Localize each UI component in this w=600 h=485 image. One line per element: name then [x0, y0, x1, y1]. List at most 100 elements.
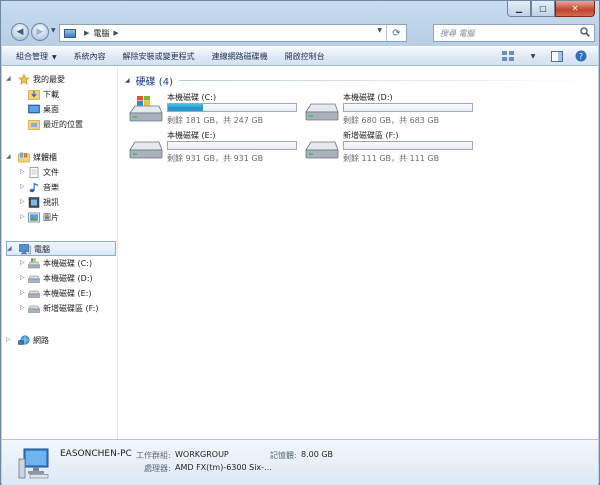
expand-triangle-icon[interactable]: ▷ — [20, 198, 25, 205]
downloads-folder-icon — [28, 90, 40, 100]
libraries-group: ◢ 媒體櫃 ▷ 文件 ▷ 音樂 ▷ 視訊 ▷ 圖片 — [2, 150, 118, 225]
breadcrumb-chevron-icon[interactable]: ▶ — [113, 29, 118, 37]
expand-triangle-icon[interactable]: ▷ — [6, 336, 11, 343]
search-input[interactable]: 搜尋 電腦 — [433, 24, 595, 42]
sidebar-item-computer[interactable]: ◢ 電腦 — [6, 241, 116, 256]
sidebar-item-favorites[interactable]: ◢ 我的最愛 — [2, 72, 118, 87]
sidebar-item-label: 視訊 — [43, 198, 59, 207]
collapse-triangle-icon[interactable]: ◢ — [125, 77, 130, 84]
drive-tile-d[interactable]: 本機磁碟 (D:) 剩餘 680 GB，共 683 GB — [305, 92, 475, 126]
drive-name: 本機磁碟 (C:) — [167, 93, 217, 102]
sidebar-item-label: 本機磁碟 (E:) — [43, 289, 92, 298]
hard-drives-group-header[interactable]: ◢ 硬碟 (4) — [125, 73, 595, 88]
expand-triangle-icon[interactable]: ▷ — [20, 289, 25, 296]
hard-drive-icon — [129, 141, 163, 159]
sidebar-item-recent-places[interactable]: 最近的位置 — [2, 117, 118, 132]
group-title: 硬碟 (4) — [135, 77, 173, 88]
breadcrumb-chevron-icon[interactable]: ▶ — [84, 29, 89, 37]
change-view-icon[interactable] — [502, 50, 516, 62]
collapse-triangle-icon[interactable]: ◢ — [7, 245, 12, 252]
drive-usage-bar — [343, 141, 473, 150]
navigation-row: ◀ ▶ ▼ ▶ 電腦 ▶ ▼ ⟳ 搜尋 電腦 — [7, 22, 595, 44]
help-icon[interactable]: ? — [574, 50, 588, 62]
uninstall-program-button[interactable]: 解除安裝或變更程式 — [123, 51, 195, 62]
collapse-triangle-icon[interactable]: ◢ — [6, 75, 11, 82]
refresh-button[interactable]: ⟳ — [386, 25, 406, 41]
expand-triangle-icon[interactable]: ▷ — [20, 259, 25, 266]
computer-icon — [18, 448, 49, 479]
sidebar-item-downloads[interactable]: 下載 — [2, 87, 118, 102]
documents-icon — [29, 167, 39, 178]
hard-drive-icon — [305, 103, 339, 121]
drive-usage-bar — [343, 103, 473, 112]
open-control-panel-button[interactable]: 開啟控制台 — [285, 51, 325, 62]
sidebar-item-drive-c[interactable]: ▷ 本機磁碟 (C:) — [2, 256, 118, 271]
back-button[interactable]: ◀ — [11, 23, 29, 41]
expand-triangle-icon[interactable]: ▷ — [20, 213, 25, 220]
sidebar-item-music[interactable]: ▷ 音樂 — [2, 180, 118, 195]
processor-label: 處理器: — [144, 464, 171, 473]
svg-text:?: ? — [579, 52, 583, 61]
sidebar-item-drive-e[interactable]: ▷ 本機磁碟 (E:) — [2, 286, 118, 301]
computer-name: EASONCHEN-PC — [60, 449, 132, 459]
sidebar-item-drive-f[interactable]: ▷ 新增磁碟區 (F:) — [2, 301, 118, 316]
organize-label: 組合管理 — [16, 51, 48, 61]
recent-places-icon — [28, 120, 40, 130]
expand-triangle-icon[interactable]: ▷ — [20, 168, 25, 175]
video-icon — [28, 197, 40, 208]
desktop-icon — [28, 104, 40, 114]
memory-value: 8.00 GB — [301, 450, 334, 459]
music-icon — [29, 183, 38, 193]
sidebar-item-label: 下載 — [43, 90, 59, 99]
sidebar-item-desktop[interactable]: 桌面 — [2, 102, 118, 117]
drive-tile-f[interactable]: 新增磁碟區 (F:) 剩餘 111 GB，共 111 GB — [305, 130, 475, 164]
hard-drive-icon — [28, 275, 40, 283]
recent-pages-dropdown-icon[interactable]: ▼ — [51, 27, 56, 34]
forward-button[interactable]: ▶ — [31, 23, 49, 41]
view-options-dropdown-icon[interactable]: ▼ — [526, 50, 540, 62]
main-area: ◢ 我的最愛 下載 桌面 最近的位置 ◢ 媒體櫃 ▷ 文件 ▷ 音樂 ▷ 視訊 … — [2, 66, 598, 439]
drive-free-space: 剩餘 931 GB，共 931 GB — [167, 154, 264, 163]
drive-tile-c[interactable]: 本機磁碟 (C:) 剩餘 181 GB，共 247 GB — [129, 92, 299, 126]
preview-pane-icon[interactable] — [550, 50, 564, 62]
sidebar-item-label: 最近的位置 — [43, 120, 83, 129]
collapse-triangle-icon[interactable]: ◢ — [6, 153, 11, 160]
search-icon[interactable] — [580, 27, 590, 37]
sidebar-item-label: 桌面 — [43, 105, 59, 114]
details-pane: EASONCHEN-PC 工作群組: WORKGROUP 記憶體: 8.00 G… — [2, 439, 598, 485]
expand-triangle-icon[interactable]: ▷ — [20, 274, 25, 281]
hard-drive-icon — [28, 290, 40, 298]
breadcrumb-computer[interactable]: 電腦 — [93, 28, 109, 39]
address-bar[interactable]: ▶ 電腦 ▶ ▼ ⟳ — [59, 24, 407, 42]
pictures-icon — [28, 212, 40, 223]
drive-usage-fill — [168, 104, 203, 111]
organize-menu[interactable]: 組合管理 ▼ — [16, 51, 57, 62]
expand-triangle-icon[interactable]: ▷ — [20, 304, 25, 311]
windows-drive-icon — [28, 258, 40, 269]
close-button[interactable]: ✕ — [555, 1, 595, 17]
sidebar-item-label: 圖片 — [43, 213, 59, 222]
expand-triangle-icon[interactable]: ▷ — [20, 183, 25, 190]
sidebar-item-label: 新增磁碟區 (F:) — [43, 304, 99, 313]
sidebar-item-network[interactable]: ▷ 網路 — [2, 333, 118, 348]
minimize-button[interactable]: ▁ — [507, 1, 531, 17]
workgroup-value: WORKGROUP — [175, 450, 229, 459]
memory-label: 記憶體: — [270, 451, 297, 460]
hard-drive-icon — [28, 305, 40, 313]
sidebar-item-libraries[interactable]: ◢ 媒體櫃 — [2, 150, 118, 165]
sidebar-item-videos[interactable]: ▷ 視訊 — [2, 195, 118, 210]
drive-free-space: 剩餘 111 GB，共 111 GB — [343, 154, 440, 163]
maximize-button[interactable]: □ — [531, 1, 555, 17]
drive-usage-bar — [167, 141, 297, 150]
sidebar-item-pictures[interactable]: ▷ 圖片 — [2, 210, 118, 225]
computer-icon — [64, 28, 76, 38]
drive-tile-e[interactable]: 本機磁碟 (E:) 剩餘 931 GB，共 931 GB — [129, 130, 299, 164]
workgroup-label: 工作群組: — [136, 451, 171, 460]
map-network-drive-button[interactable]: 連線網路磁碟機 — [212, 51, 268, 62]
system-properties-button[interactable]: 系統內容 — [74, 51, 106, 62]
sidebar-item-documents[interactable]: ▷ 文件 — [2, 165, 118, 180]
command-bar: 組合管理 ▼ 系統內容 解除安裝或變更程式 連線網路磁碟機 開啟控制台 ▼ ? — [2, 46, 598, 66]
star-icon — [18, 74, 30, 85]
sidebar-item-drive-d[interactable]: ▷ 本機磁碟 (D:) — [2, 271, 118, 286]
address-history-dropdown-icon[interactable]: ▼ — [377, 27, 382, 34]
